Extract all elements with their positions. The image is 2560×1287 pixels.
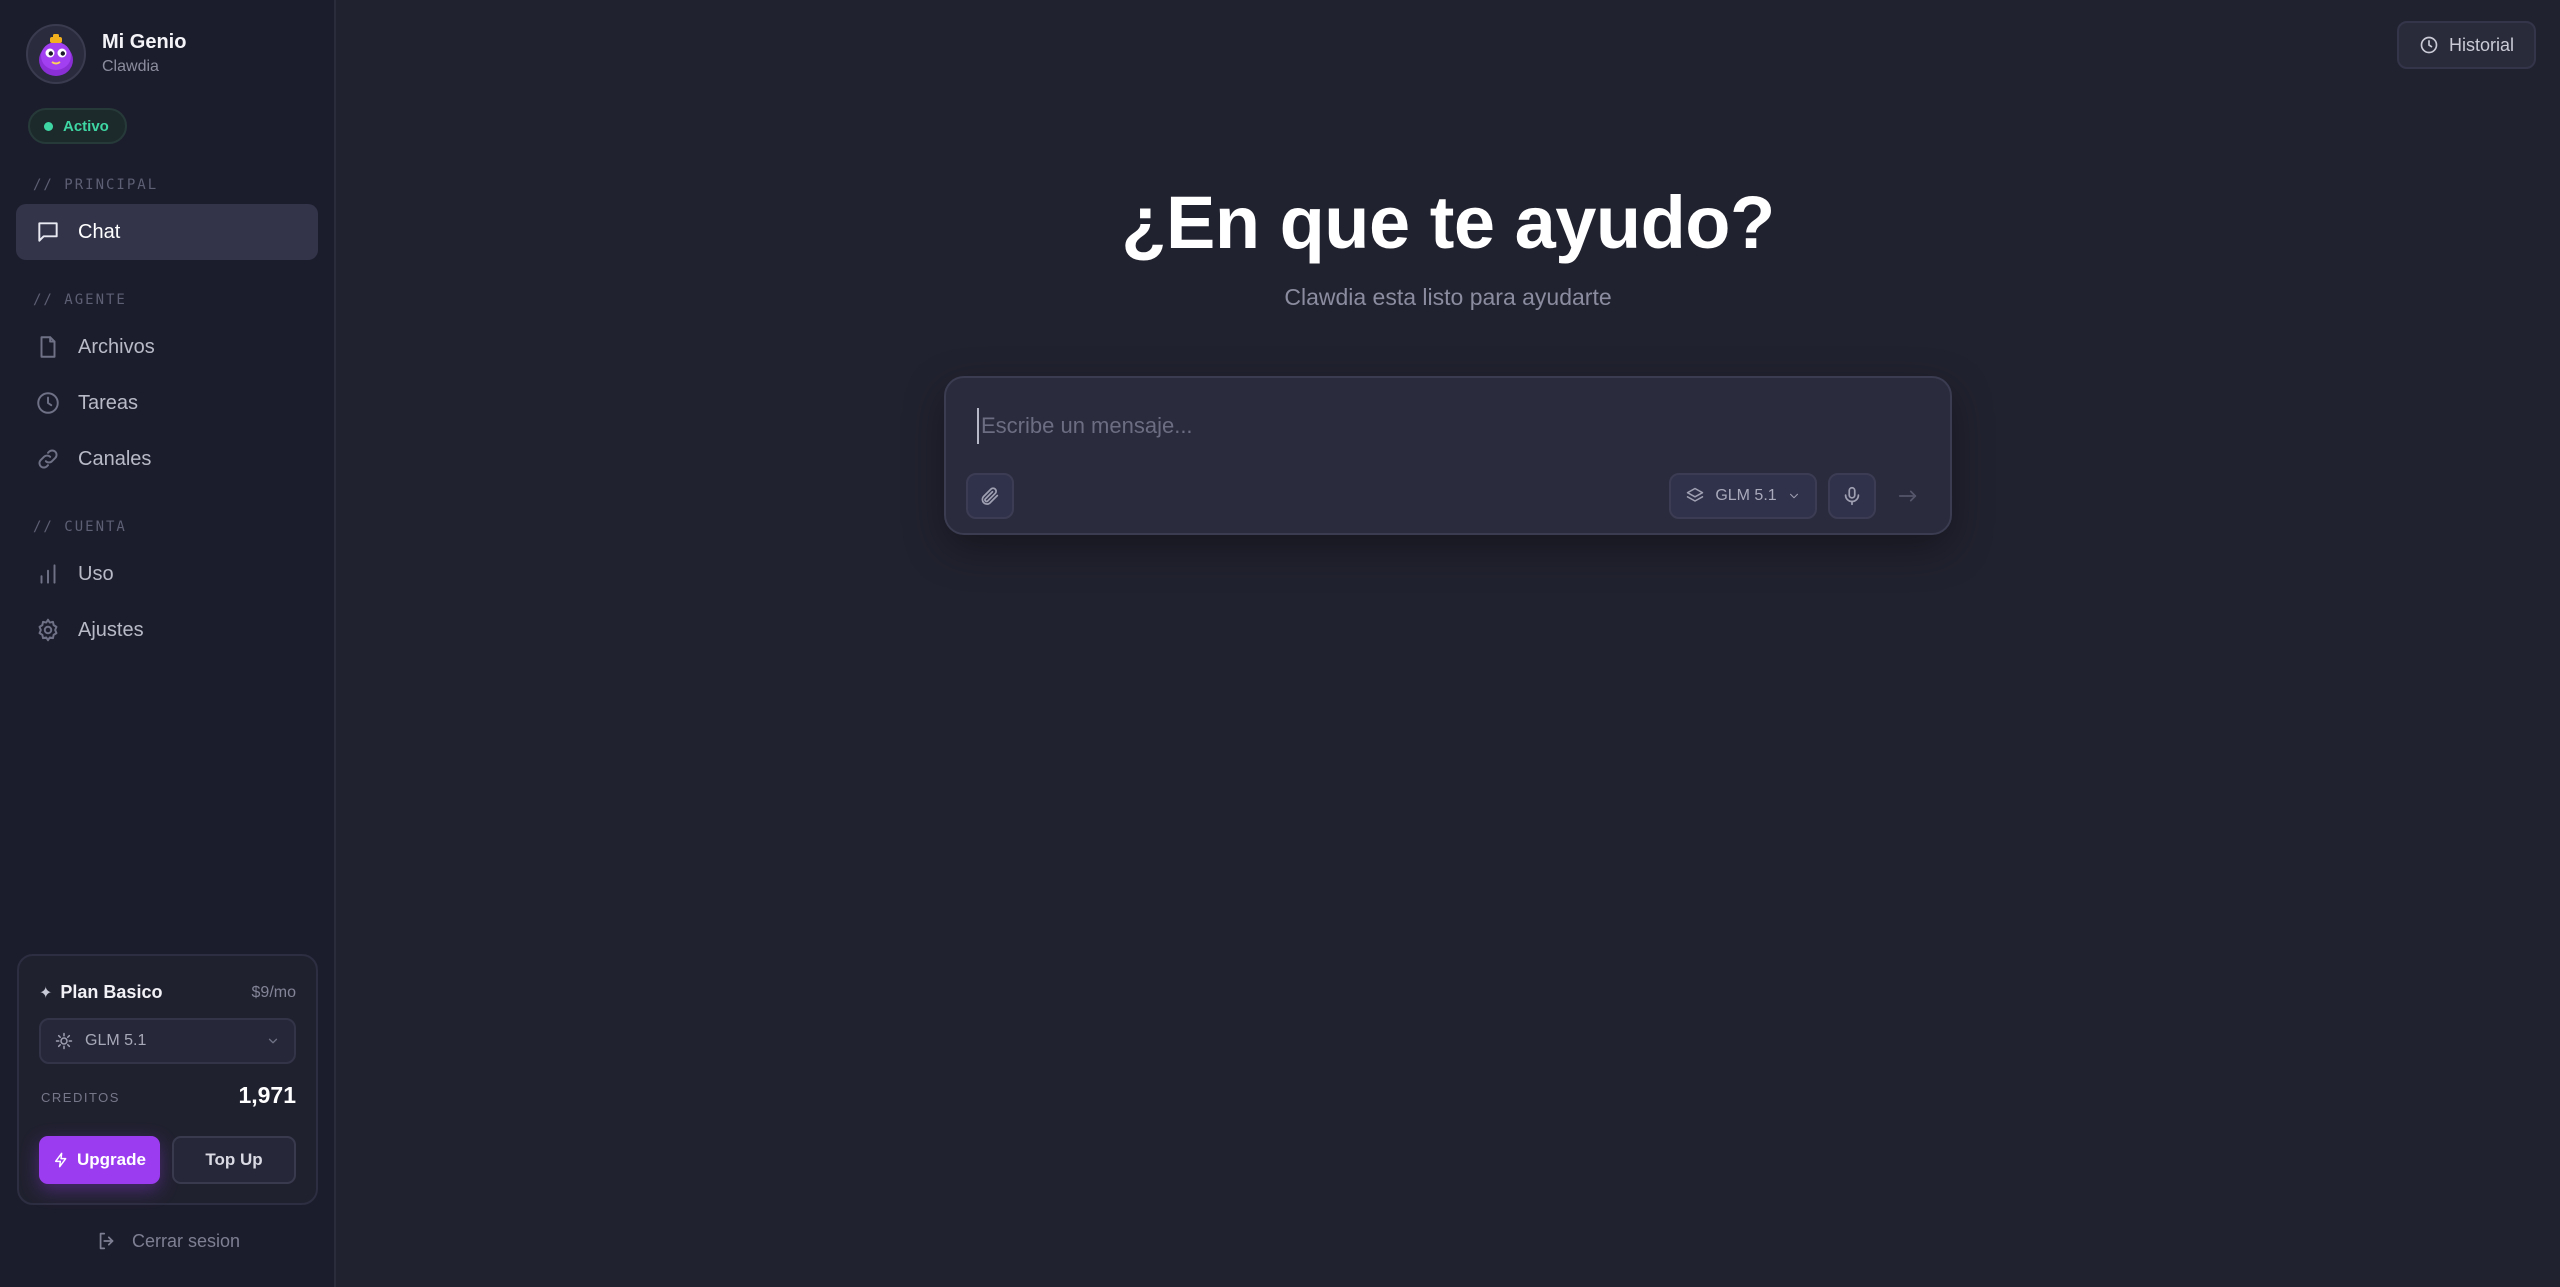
model-select[interactable]: GLM 5.1 <box>39 1018 296 1064</box>
model-select-value: GLM 5.1 <box>85 1032 147 1049</box>
main-area: Historial ¿En que te ayudo? Clawdia esta… <box>336 0 2560 1287</box>
model-picker[interactable]: GLM 5.1 <box>1669 473 1817 519</box>
app-root: Mi Genio Clawdia Activo // PRINCIPAL Cha… <box>0 0 2560 1287</box>
plan-header: ✦ Plan Basico <box>39 982 162 1003</box>
message-composer: GLM 5.1 <box>944 376 1952 535</box>
topup-label: Top Up <box>205 1150 263 1169</box>
sidebar-item-label: Uso <box>78 562 114 585</box>
sidebar-item-label: Canales <box>78 447 152 470</box>
topup-button[interactable]: Top Up <box>172 1136 296 1184</box>
gear-icon <box>34 616 62 644</box>
link-icon <box>34 445 62 473</box>
lightning-icon <box>54 1152 67 1168</box>
sparkle-icon: ✦ <box>39 984 53 1002</box>
status-badge: Activo <box>28 108 127 144</box>
sidebar-item-label: Ajustes <box>78 618 144 641</box>
arrow-right-icon <box>1898 490 1917 502</box>
chevron-down-icon <box>1789 493 1798 499</box>
sidebar-item-archivos[interactable]: Archivos <box>16 319 318 375</box>
logout-icon <box>99 1232 114 1250</box>
sidebar: Mi Genio Clawdia Activo // PRINCIPAL Cha… <box>0 0 336 1287</box>
status-dot-icon <box>44 121 53 131</box>
section-label-principal: // PRINCIPAL <box>33 177 159 193</box>
file-icon <box>34 333 62 361</box>
avatar <box>26 24 86 84</box>
history-button[interactable]: Historial <box>2397 21 2536 69</box>
model-picker-value: GLM 5.1 <box>1715 487 1777 504</box>
sidebar-item-label: Tareas <box>78 391 139 414</box>
clock-icon <box>34 389 62 417</box>
sidebar-item-chat[interactable]: Chat <box>16 204 318 260</box>
layers-icon <box>1687 487 1704 502</box>
sidebar-item-uso[interactable]: Uso <box>16 546 318 602</box>
message-input[interactable] <box>977 408 1877 444</box>
sidebar-item-label: Archivos <box>78 335 155 358</box>
clock-icon <box>2420 36 2438 54</box>
sidebar-item-canales[interactable]: Canales <box>16 431 318 487</box>
bar-chart-icon <box>34 560 62 588</box>
upgrade-label: Upgrade <box>77 1150 146 1169</box>
chat-icon <box>34 218 62 246</box>
send-button[interactable] <box>1884 473 1932 519</box>
chevron-down-icon <box>268 1038 278 1044</box>
status-label: Activo <box>63 117 109 135</box>
sidebar-item-tareas[interactable]: Tareas <box>16 375 318 431</box>
microphone-button[interactable] <box>1828 473 1876 519</box>
section-label-agente: // AGENTE <box>33 292 127 308</box>
plan-name: Plan Basico <box>60 982 163 1002</box>
paperclip-icon <box>981 487 999 505</box>
credits-label: CREDITOS <box>41 1090 120 1105</box>
upgrade-button[interactable]: Upgrade <box>39 1136 160 1184</box>
profile[interactable]: Mi Genio Clawdia <box>26 24 186 84</box>
mascot-icon <box>39 34 73 76</box>
attach-button[interactable] <box>966 473 1014 519</box>
sidebar-item-label: Chat <box>78 220 121 243</box>
plan-card: ✦ Plan Basico $9/mo GLM 5.1 CREDITOS 1,9… <box>17 954 318 1205</box>
history-label: Historial <box>2448 34 2514 55</box>
credits-value: 1,971 <box>238 1082 296 1108</box>
logout-button[interactable]: Cerrar sesion <box>96 1230 240 1252</box>
logout-label: Cerrar sesion <box>132 1230 241 1251</box>
microphone-icon <box>1844 486 1860 506</box>
section-label-cuenta: // CUENTA <box>33 519 127 535</box>
page-subtitle: Clawdia esta listo para ayudarte <box>1284 284 1612 310</box>
sidebar-item-ajustes[interactable]: Ajustes <box>16 602 318 658</box>
sun-icon <box>55 1032 73 1050</box>
page-title: ¿En que te ayudo? <box>1121 181 1775 264</box>
profile-name: Mi Genio <box>102 31 187 53</box>
profile-subtitle: Clawdia <box>102 58 159 75</box>
plan-price: $9/mo <box>251 984 296 1001</box>
